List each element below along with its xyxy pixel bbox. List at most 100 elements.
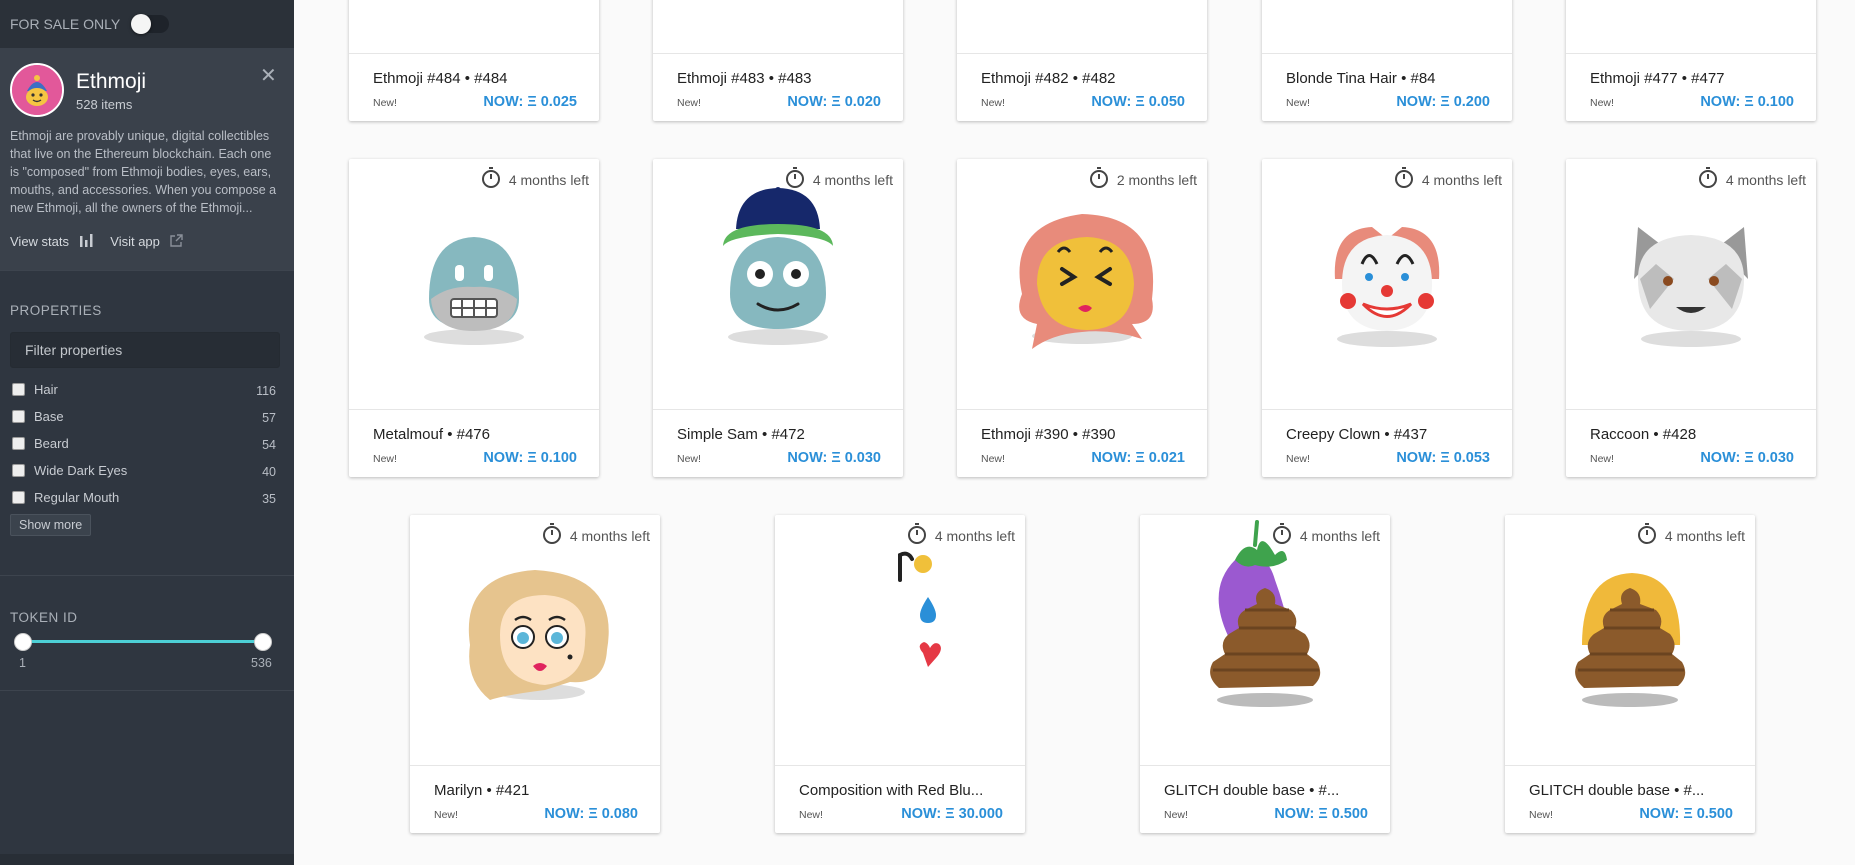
for-sale-label: FOR SALE ONLY (10, 16, 121, 32)
metalmouf-emoji-image (424, 237, 524, 345)
stopwatch-icon (542, 523, 561, 544)
asset-name: Ethmoji #482 • #482 (981, 70, 1116, 87)
checkbox[interactable] (12, 383, 25, 396)
asset-price: NOW: Ξ 0.053 (1396, 450, 1490, 466)
visit-app-link[interactable]: Visit app (110, 234, 183, 249)
collection-description: Ethmoji are provably unique, digital col… (10, 129, 277, 215)
new-label: New! (373, 453, 397, 465)
asset-name: Ethmoji #477 • #477 (1590, 70, 1725, 87)
property-count: 40 (262, 465, 276, 479)
asset-card[interactable]: Ethmoji #477 • #477 New! NOW: Ξ 0.100 (1566, 0, 1816, 121)
timer-label: 4 months left (1664, 528, 1745, 544)
for-sale-toggle[interactable] (131, 14, 169, 34)
sidebar: FOR SALE ONLY Ethmoji 528 items ✕ Ethmoj… (0, 0, 294, 865)
card-info: GLITCH double base • #... New! NOW: Ξ 0.… (1140, 765, 1390, 833)
asset-name: Raccoon • #428 (1590, 426, 1697, 443)
bar-chart-icon (79, 234, 93, 247)
stopwatch-icon (1698, 167, 1717, 188)
asset-card[interactable]: 2 months left Ethmoji #390 • #390 New! N… (957, 159, 1207, 477)
collection-links: View stats Visit app (10, 234, 183, 249)
card-info: Blonde Tina Hair • #84 New! NOW: Ξ 0.200 (1262, 53, 1512, 121)
checkbox[interactable] (12, 464, 25, 477)
property-count: 116 (256, 384, 276, 398)
asset-card[interactable]: 4 months left GLITCH double base • #... … (1505, 515, 1755, 833)
for-sale-filter: FOR SALE ONLY (0, 0, 294, 48)
auction-timer: 4 months left (542, 523, 650, 544)
card-info: Ethmoji #484 • #484 New! NOW: Ξ 0.025 (349, 53, 599, 121)
asset-card[interactable]: Blonde Tina Hair • #84 New! NOW: Ξ 0.200 (1262, 0, 1512, 121)
asset-name: Marilyn • #421 (434, 782, 530, 799)
stopwatch-icon (1089, 167, 1108, 188)
view-stats-link[interactable]: View stats (10, 234, 96, 249)
token-id-max-value: 536 (251, 656, 272, 670)
token-id-max-handle[interactable] (254, 633, 272, 651)
property-row-wide-dark-eyes[interactable]: Wide Dark Eyes 40 (12, 463, 280, 481)
card-info: GLITCH double base • #... New! NOW: Ξ 0.… (1505, 765, 1755, 833)
show-more-button[interactable]: Show more (10, 514, 92, 536)
asset-price: NOW: Ξ 0.100 (483, 450, 577, 466)
toggle-knob[interactable] (131, 14, 151, 34)
new-label: New! (1590, 97, 1614, 109)
property-row-beard[interactable]: Beard 54 (12, 436, 280, 454)
checkbox[interactable] (12, 491, 25, 504)
asset-card[interactable]: 4 months left Metalmouf • #476 New! NOW:… (349, 159, 599, 477)
checkbox[interactable] (12, 410, 25, 423)
asset-card[interactable]: 4 months left Creepy Clown • #437 New! N… (1262, 159, 1512, 477)
card-info: Metalmouf • #476 New! NOW: Ξ 0.100 (349, 409, 599, 477)
sidebar-footer (0, 854, 294, 865)
asset-card[interactable]: 4 months left Simple Sam • #472 New! NOW… (653, 159, 903, 477)
asset-name: Composition with Red Blu... (799, 782, 984, 799)
filter-properties-input[interactable] (10, 332, 280, 368)
new-label: New! (981, 453, 1005, 465)
glitch-eggplant-poop-emoji-image (1210, 520, 1321, 707)
asset-price: NOW: Ξ 0.100 (1700, 94, 1794, 110)
asset-card[interactable]: Ethmoji #482 • #482 New! NOW: Ξ 0.050 (957, 0, 1207, 121)
asset-price: NOW: Ξ 0.030 (787, 450, 881, 466)
property-label: Base (34, 409, 64, 424)
raccoon-emoji-image (1634, 227, 1748, 347)
property-label: Regular Mouth (34, 490, 120, 505)
asset-card[interactable]: 4 months left Raccoon • #428 New! NOW: Ξ… (1566, 159, 1816, 477)
asset-card[interactable]: 4 months left GLITCH double base • #... … (1140, 515, 1390, 833)
stopwatch-icon (1637, 523, 1656, 544)
token-id-min-handle[interactable] (14, 633, 32, 651)
card-info: Simple Sam • #472 New! NOW: Ξ 0.030 (653, 409, 903, 477)
divider (0, 270, 294, 271)
timer-label: 4 months left (508, 172, 589, 188)
new-label: New! (981, 97, 1005, 109)
asset-card[interactable]: 4 months left Marilyn • #421 New! NOW: Ξ… (410, 515, 660, 833)
close-icon[interactable]: ✕ (260, 63, 277, 88)
property-count: 54 (262, 438, 276, 452)
asset-price: NOW: Ξ 0.080 (544, 806, 638, 822)
property-label: Beard (34, 436, 69, 451)
auction-timer: 2 months left (1089, 167, 1197, 188)
property-row-base[interactable]: Base 57 (12, 409, 280, 427)
token-id-slider-track[interactable] (22, 640, 262, 643)
stopwatch-icon (1394, 167, 1413, 188)
auction-timer: 4 months left (1394, 167, 1502, 188)
asset-price: NOW: Ξ 0.020 (787, 94, 881, 110)
asset-name: GLITCH double base • #... (1529, 782, 1705, 799)
asset-name: Ethmoji #390 • #390 (981, 426, 1116, 443)
new-label: New! (373, 97, 397, 109)
asset-price: NOW: Ξ 0.500 (1274, 806, 1368, 822)
external-link-icon (169, 234, 183, 247)
asset-name: Ethmoji #483 • #483 (677, 70, 812, 87)
asset-name: Simple Sam • #472 (677, 426, 805, 443)
asset-name: Blonde Tina Hair • #84 (1286, 70, 1436, 87)
auction-timer: 4 months left (481, 167, 589, 188)
card-info: Ethmoji #477 • #477 New! NOW: Ξ 0.100 (1566, 53, 1816, 121)
checkbox[interactable] (12, 437, 25, 450)
stopwatch-icon (481, 167, 500, 188)
asset-price: NOW: Ξ 0.021 (1091, 450, 1185, 466)
asset-name: GLITCH double base • #... (1164, 782, 1340, 799)
token-id-min-value: 1 (19, 656, 26, 670)
property-row-hair[interactable]: Hair 116 (12, 382, 280, 400)
property-row-regular-mouth[interactable]: Regular Mouth 35 (12, 490, 280, 508)
property-count: 35 (262, 492, 276, 506)
asset-card[interactable]: Ethmoji #483 • #483 New! NOW: Ξ 0.020 (653, 0, 903, 121)
asset-card[interactable]: Ethmoji #484 • #484 New! NOW: Ξ 0.025 (349, 0, 599, 121)
collection-card: Ethmoji 528 items ✕ Ethmoji are provably… (0, 48, 294, 270)
asset-card[interactable]: 4 months left Composition with Red Blu..… (775, 515, 1025, 833)
ethmoji-390-emoji-image (1019, 214, 1154, 349)
